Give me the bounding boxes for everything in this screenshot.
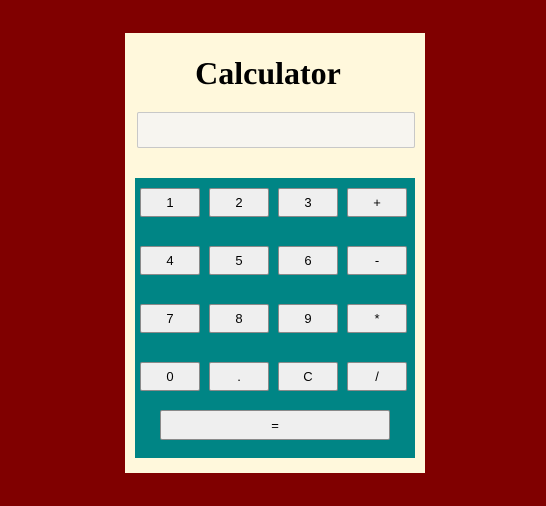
key-8-button[interactable]: 8 <box>209 304 269 333</box>
key-0-button[interactable]: 0 <box>140 362 200 391</box>
add-button[interactable]: + <box>347 188 407 217</box>
subtract-button[interactable]: - <box>347 246 407 275</box>
key-6-button[interactable]: 6 <box>278 246 338 275</box>
divide-button[interactable]: / <box>347 362 407 391</box>
clear-button[interactable]: C <box>278 362 338 391</box>
multiply-button[interactable]: * <box>347 304 407 333</box>
key-9-button[interactable]: 9 <box>278 304 338 333</box>
page-title: Calculator <box>195 55 341 91</box>
calculator-card: Calculator 1 2 3 + 4 5 6 - 7 8 9 * 0 . C… <box>125 33 425 473</box>
key-4-button[interactable]: 4 <box>140 246 200 275</box>
key-7-button[interactable]: 7 <box>140 304 200 333</box>
calculator-display[interactable] <box>137 112 415 148</box>
decimal-button[interactable]: . <box>209 362 269 391</box>
key-3-button[interactable]: 3 <box>278 188 338 217</box>
keypad: 1 2 3 + 4 5 6 - 7 8 9 * 0 . C / = <box>135 178 415 458</box>
equals-button[interactable]: = <box>160 410 390 440</box>
key-1-button[interactable]: 1 <box>140 188 200 217</box>
key-2-button[interactable]: 2 <box>209 188 269 217</box>
key-5-button[interactable]: 5 <box>209 246 269 275</box>
